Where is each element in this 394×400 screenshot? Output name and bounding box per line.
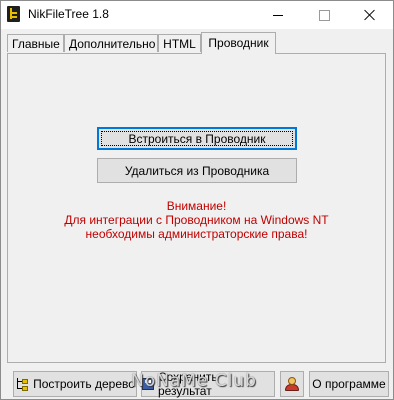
tab-advanced[interactable]: Дополнительно <box>64 34 158 52</box>
about-label: О программе <box>312 377 386 391</box>
tab-html[interactable]: HTML <box>158 34 201 52</box>
warning-line-1: Для интеграции с Проводником на Windows … <box>64 213 329 227</box>
close-icon <box>364 9 376 21</box>
tab-main[interactable]: Главные <box>7 34 64 52</box>
app-tree-icon <box>7 6 20 22</box>
build-tree-button[interactable]: Построить дерево <box>13 371 137 397</box>
maximize-icon <box>318 9 330 21</box>
minimize-button[interactable] <box>255 1 301 29</box>
main-window: NikFileTree 1.8 Главные Дополнительно HT… <box>0 0 394 400</box>
tree-icon <box>15 377 29 391</box>
admin-warning: Внимание! Для интеграции с Проводником н… <box>7 199 386 241</box>
build-tree-label: Построить дерево <box>33 377 135 391</box>
minimize-icon <box>273 14 283 16</box>
focus-rect <box>101 131 293 146</box>
remove-explorer-button[interactable]: Удалиться из Проводника <box>97 158 297 183</box>
close-button[interactable] <box>347 1 393 29</box>
watermark-text: NoNaMe Club <box>131 371 257 391</box>
maximize-button[interactable] <box>301 1 347 29</box>
integrate-explorer-button[interactable]: Встроиться в Проводник <box>97 127 297 150</box>
about-icon-button[interactable] <box>280 371 304 397</box>
remove-explorer-label: Удалиться из Проводника <box>124 163 270 178</box>
window-title: NikFileTree 1.8 <box>28 7 109 21</box>
warning-line-2: необходимы администраторские права! <box>85 227 308 241</box>
user-info-icon <box>284 376 300 392</box>
title-bar: NikFileTree 1.8 <box>1 1 393 29</box>
warning-title: Внимание! <box>166 199 227 213</box>
about-button[interactable]: О программе <box>309 371 389 397</box>
tab-explorer[interactable]: Проводник <box>201 32 276 54</box>
